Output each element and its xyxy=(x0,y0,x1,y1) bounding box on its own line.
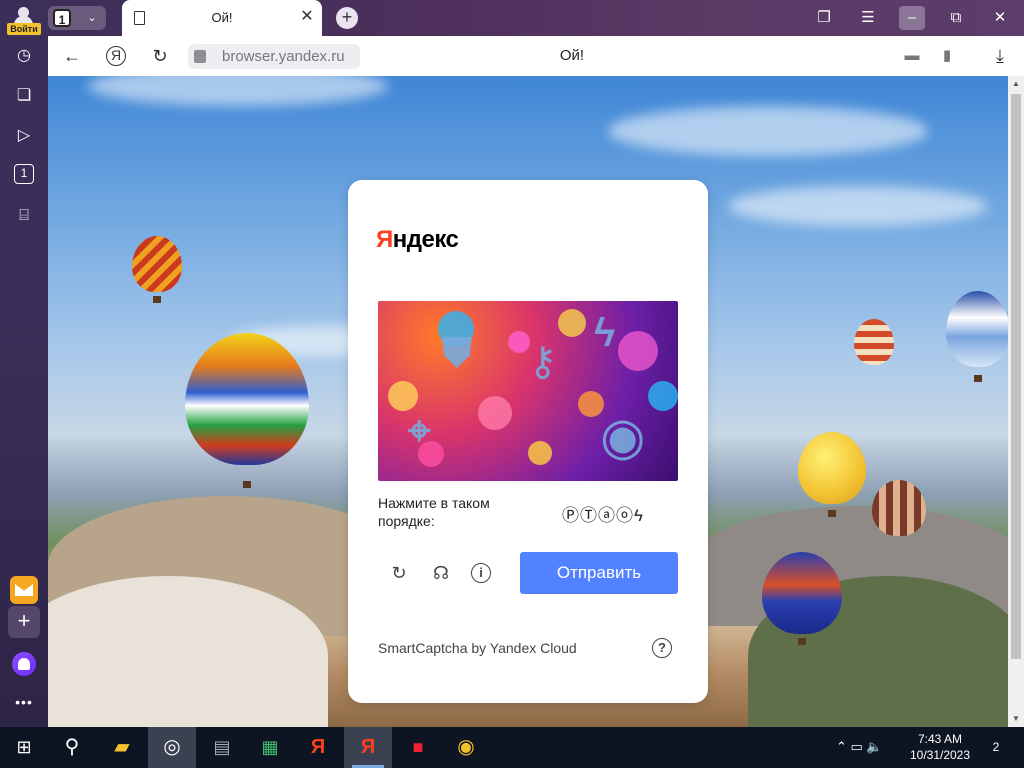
bokeh-dot xyxy=(618,331,658,371)
collections-side-icon[interactable]: ❏ xyxy=(12,84,36,108)
spreadsheet-app-icon[interactable]: ▦ xyxy=(246,727,294,768)
balloon-basket xyxy=(153,296,161,303)
address-bar: ← Я ↻ browser.yandex.ru Ой! ▬ ▮ ⤓ xyxy=(48,36,1024,76)
logo-letter: Я xyxy=(376,226,393,253)
comment-icon[interactable]: ▬ xyxy=(900,44,924,68)
yandex-browser-active-icon[interactable]: Я xyxy=(344,727,392,768)
reload-icon[interactable]: ↻ xyxy=(148,44,172,68)
close-window-button[interactable]: ✕ xyxy=(987,6,1013,30)
page-scrollbar[interactable]: ▲ ▼ xyxy=(1008,76,1024,727)
url-text: browser.yandex.ru xyxy=(222,48,345,65)
windows-start-icon[interactable]: ⊞ xyxy=(0,727,48,768)
captcha-brand[interactable]: SmartCaptcha by Yandex Cloud xyxy=(378,640,577,656)
captcha-order-icons: ⓅⓉⓐⓞϟ xyxy=(562,506,644,525)
collections-icon[interactable]: ❐ xyxy=(811,6,837,30)
yandex-logo-icon[interactable]: Я xyxy=(106,46,126,66)
clock[interactable]: 7:43 AM 10/31/2023 xyxy=(900,731,980,763)
yandex-music-icon[interactable]: ◉ xyxy=(442,727,490,768)
add-sidebar-item-button[interactable]: + xyxy=(8,606,40,638)
scroll-up-arrow-icon[interactable]: ▲ xyxy=(1008,76,1024,92)
tab-active[interactable]: Ой! ✕ xyxy=(122,0,322,36)
system-tray[interactable]: ⌃ ▭ 🔈 xyxy=(836,739,883,755)
captcha-card: Яндекс ⛊ ⚷ ϟ ⌖ ◉ Нажмите в таком порядке… xyxy=(348,180,708,703)
headphones-icon[interactable]: ☊ xyxy=(429,561,453,585)
yandex-browser-icon[interactable]: Я xyxy=(294,727,342,768)
chevron-down-icon[interactable]: ⌄ xyxy=(82,10,102,26)
captcha-glyph-bolt: ϟ xyxy=(594,311,616,355)
search-icon[interactable]: ⚲ xyxy=(48,727,96,768)
captcha-glyph-pin: ⌖ xyxy=(408,409,431,453)
bokeh-dot xyxy=(648,381,678,411)
restore-button[interactable]: ⧉ xyxy=(943,6,969,30)
captcha-glyph-tshirt: ⛊ xyxy=(442,331,472,375)
browser-titlebar: Войти 1 ⌄ Ой! ✕ + ❐ ☰ – ⧉ ✕ xyxy=(0,0,1024,36)
windows-taskbar: ⊞ ⚲ ▰ ◎ ▤ ▦ Я Я ■ ◉ ⌃ ▭ 🔈 7:43 AM 10/31/… xyxy=(0,727,1024,768)
bokeh-dot xyxy=(528,441,552,465)
url-field[interactable]: browser.yandex.ru xyxy=(188,44,360,69)
hot-air-balloon xyxy=(185,333,309,488)
help-icon[interactable]: ? xyxy=(652,638,672,658)
captcha-image[interactable]: ⛊ ⚷ ϟ ⌖ ◉ xyxy=(378,301,678,481)
balloon-basket xyxy=(828,510,836,517)
logo-text: ндекс xyxy=(392,226,459,253)
submit-button[interactable]: Отправить xyxy=(520,552,678,594)
screenshot-icon[interactable]: ⌸ xyxy=(12,204,36,228)
cloud xyxy=(608,106,928,156)
scroll-down-arrow-icon[interactable]: ▼ xyxy=(1008,711,1024,727)
history-icon[interactable]: ◷ xyxy=(12,44,36,68)
login-label: Войти xyxy=(7,23,41,35)
clock-time: 7:43 AM xyxy=(917,732,963,746)
acrobat-icon[interactable]: ■ xyxy=(394,727,442,768)
hot-air-balloon xyxy=(798,432,866,517)
hot-air-balloon xyxy=(762,552,842,645)
scroll-thumb[interactable] xyxy=(1011,94,1021,659)
balloon-basket xyxy=(243,481,251,488)
tabs-counter-icon[interactable]: 1 xyxy=(14,164,34,184)
balloon-basket xyxy=(974,375,982,382)
tabs-switcher[interactable]: 1 ⌄ xyxy=(48,6,106,30)
alice-assistant-icon[interactable] xyxy=(12,652,36,676)
captcha-glyph-eye: ◉ xyxy=(600,408,646,466)
info-icon[interactable]: i xyxy=(471,563,491,583)
more-icon[interactable]: ••• xyxy=(12,694,36,710)
mail-icon[interactable] xyxy=(10,576,38,604)
balloon-basket xyxy=(798,638,806,645)
tab-title: Ой! xyxy=(211,10,233,25)
chrome-icon[interactable]: ◎ xyxy=(148,727,196,768)
hot-air-balloon xyxy=(854,319,894,365)
download-icon[interactable]: ⤓ xyxy=(988,44,1012,68)
back-arrow-icon[interactable]: ← xyxy=(60,44,84,68)
yandex-logo: Яндекс xyxy=(376,226,459,254)
file-explorer-icon[interactable]: ▰ xyxy=(98,727,146,768)
page-title: Ой! xyxy=(559,47,585,64)
tabs-count-badge: 1 xyxy=(53,9,71,27)
captcha-instruction: Нажмите в таком порядке: xyxy=(378,495,490,529)
clock-date: 10/31/2023 xyxy=(909,748,971,762)
new-tab-button[interactable]: + xyxy=(336,7,358,29)
bokeh-dot xyxy=(478,396,512,430)
bokeh-dot xyxy=(558,309,586,337)
cloud xyxy=(88,76,388,106)
minimize-button[interactable]: – xyxy=(899,6,925,30)
page-icon xyxy=(134,11,145,25)
bokeh-dot xyxy=(388,381,418,411)
browser-sidebar: ◷ ❏ ▷ 1 ⌸ + ••• xyxy=(0,36,48,727)
menu-icon[interactable]: ☰ xyxy=(855,6,881,30)
captcha-glyph-key: ⚷ xyxy=(528,340,558,384)
play-icon[interactable]: ▷ xyxy=(12,124,36,148)
reload-icon[interactable]: ↻ xyxy=(387,561,411,585)
app-icon[interactable]: ▤ xyxy=(198,727,246,768)
hot-air-balloon xyxy=(946,291,1008,382)
notifications-icon[interactable]: 2 xyxy=(984,736,1008,758)
close-tab-icon[interactable]: ✕ xyxy=(298,8,316,26)
cloud xyxy=(728,186,988,226)
hot-air-balloon xyxy=(132,236,182,303)
bookmark-icon[interactable]: ▮ xyxy=(935,44,959,68)
account-button[interactable]: Войти xyxy=(6,3,42,35)
bokeh-dot xyxy=(508,331,530,353)
hot-air-balloon xyxy=(872,480,926,536)
lock-icon[interactable] xyxy=(194,50,206,63)
